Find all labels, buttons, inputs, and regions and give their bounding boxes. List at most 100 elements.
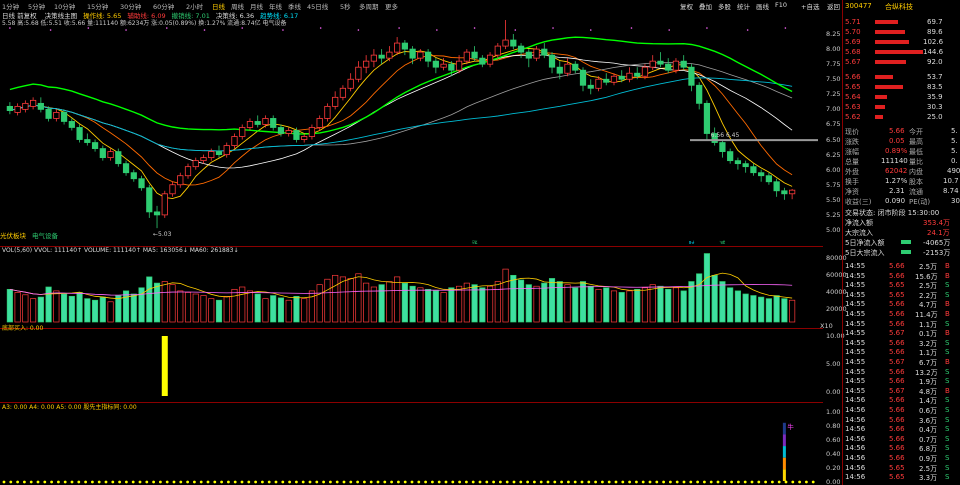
tick-price: 5.66 bbox=[889, 425, 905, 434]
signal-dot bbox=[514, 29, 517, 31]
tick-volume: 0.7万 bbox=[919, 435, 938, 444]
baseline-dot bbox=[709, 480, 713, 484]
candle-body bbox=[572, 63, 579, 71]
period-tab[interactable]: 60分钟 bbox=[153, 1, 174, 11]
signal-stack bbox=[782, 434, 786, 447]
period-tab[interactable]: 多周期 bbox=[359, 1, 379, 11]
candle-body bbox=[68, 121, 75, 128]
period-tab[interactable]: 月线 bbox=[250, 1, 263, 11]
baseline-dot bbox=[390, 480, 393, 484]
candle bbox=[486, 52, 494, 68]
candle-body bbox=[363, 60, 370, 68]
candle-body bbox=[672, 60, 680, 71]
period-tab[interactable]: 周线 bbox=[231, 1, 244, 11]
baseline-dot bbox=[587, 480, 591, 484]
price-tick: 7.50 bbox=[826, 75, 841, 84]
toolbar-button[interactable]: 统计 bbox=[737, 1, 750, 11]
baseline-dot bbox=[505, 480, 509, 484]
candle-body bbox=[657, 60, 664, 65]
candle-body bbox=[634, 72, 641, 77]
candlestick-chart[interactable]: ←8.76←5.036.56 6.45光伏板块电气设备涨财减 bbox=[0, 0, 823, 248]
baseline-dot bbox=[703, 480, 706, 484]
ask-volume: 89.6 bbox=[927, 28, 943, 36]
tick-volume: 2.5万 bbox=[919, 464, 938, 473]
bottom-buy-indicator-chart[interactable] bbox=[0, 330, 823, 402]
toolbar-button[interactable]: F10 bbox=[775, 1, 787, 9]
baseline-dot bbox=[179, 480, 183, 484]
baseline-dot bbox=[451, 480, 455, 484]
toolbar-button[interactable]: 画线 bbox=[756, 1, 769, 11]
toolbar-button[interactable]: +自选 bbox=[801, 1, 819, 11]
period-tab[interactable]: 45日线 bbox=[307, 1, 328, 11]
period-tab[interactable]: 5秒 bbox=[340, 1, 351, 11]
period-tab[interactable]: 10分钟 bbox=[54, 1, 75, 11]
toolbar-button[interactable]: 多股 bbox=[718, 1, 731, 11]
toolbar-button[interactable]: 复权 bbox=[680, 1, 693, 11]
toolbar-button[interactable]: 叠加 bbox=[699, 1, 712, 11]
candle bbox=[231, 133, 238, 149]
stock-code: 300477 bbox=[845, 2, 872, 10]
volume-bar bbox=[696, 273, 703, 323]
signal-stack bbox=[782, 457, 786, 470]
baseline-dot bbox=[777, 480, 781, 484]
bid-volume-bar bbox=[875, 115, 884, 119]
volume-bar bbox=[394, 276, 401, 323]
period-tab[interactable]: 15分钟 bbox=[87, 1, 108, 11]
indicator2-tick: 1.00 bbox=[826, 408, 841, 416]
period-tab[interactable]: 日线 bbox=[212, 1, 225, 11]
volume-chart[interactable] bbox=[0, 248, 823, 328]
candle-body bbox=[603, 78, 610, 83]
candle bbox=[285, 127, 292, 137]
ask-volume-bar bbox=[875, 60, 906, 64]
period-tab[interactable]: 年线 bbox=[269, 1, 282, 11]
candle-body bbox=[339, 87, 347, 98]
baseline-dot bbox=[2, 480, 6, 484]
tick-volume: 0.6万 bbox=[919, 407, 938, 415]
candle-body bbox=[765, 175, 773, 183]
period-tab[interactable]: 1分钟 bbox=[2, 1, 19, 11]
period-tab[interactable]: 2小时 bbox=[186, 1, 203, 11]
tick-price: 5.66 bbox=[889, 444, 905, 453]
baseline-dot bbox=[791, 480, 795, 484]
signal-dot bbox=[357, 29, 360, 31]
tick-price: 5.66 bbox=[889, 454, 905, 462]
volume-bar bbox=[153, 282, 161, 323]
period-tab[interactable]: 季线 bbox=[288, 1, 301, 11]
tick-time: 14:55 bbox=[845, 377, 866, 386]
flow-label: 净流入额 bbox=[845, 219, 873, 227]
chart-mode-title: 日线 前复权 bbox=[2, 12, 37, 20]
baseline-dot bbox=[798, 480, 801, 484]
candle bbox=[378, 49, 385, 65]
signal-dot bbox=[125, 29, 127, 31]
volume-bar bbox=[618, 292, 625, 323]
volume-bar bbox=[510, 274, 517, 323]
baseline-dot bbox=[77, 480, 81, 484]
quote-label: 收益(三) bbox=[845, 198, 872, 206]
signal-indicator-chart[interactable]: 牛 bbox=[0, 404, 823, 485]
baseline-dot bbox=[159, 480, 162, 484]
candle-body bbox=[285, 130, 292, 134]
price-tick: 6.00 bbox=[826, 165, 841, 174]
candle bbox=[510, 34, 517, 50]
tick-volume: 3.6万 bbox=[919, 416, 938, 425]
period-tab[interactable]: 5分钟 bbox=[28, 1, 45, 11]
baseline-dot bbox=[16, 480, 19, 484]
volume-bar bbox=[765, 298, 772, 323]
flow-label: 大宗流入 bbox=[845, 229, 873, 237]
tick-side: B bbox=[945, 386, 950, 395]
candle bbox=[246, 118, 254, 131]
toolbar-button[interactable]: 返回 bbox=[827, 1, 840, 11]
tick-volume: 13.2万 bbox=[915, 368, 938, 377]
tick-price: 5.67 bbox=[889, 386, 905, 395]
period-tab[interactable]: 30分钟 bbox=[120, 1, 141, 11]
period-tab[interactable]: 更多 bbox=[385, 1, 398, 11]
tick-volume: 15.6万 bbox=[915, 272, 938, 281]
tick-time: 14:55 bbox=[845, 386, 866, 395]
quote-panel: 300477 合纵科技 5.71 69.7 5.70 89.6 5.69 102.6 5.6… bbox=[842, 0, 960, 485]
volume-bar bbox=[254, 293, 261, 323]
baseline-dot bbox=[723, 480, 727, 484]
baseline-dot bbox=[261, 480, 264, 484]
baseline-dot bbox=[376, 480, 380, 484]
candle-body bbox=[773, 181, 780, 192]
indicator2-tick: 0.20 bbox=[826, 464, 841, 472]
